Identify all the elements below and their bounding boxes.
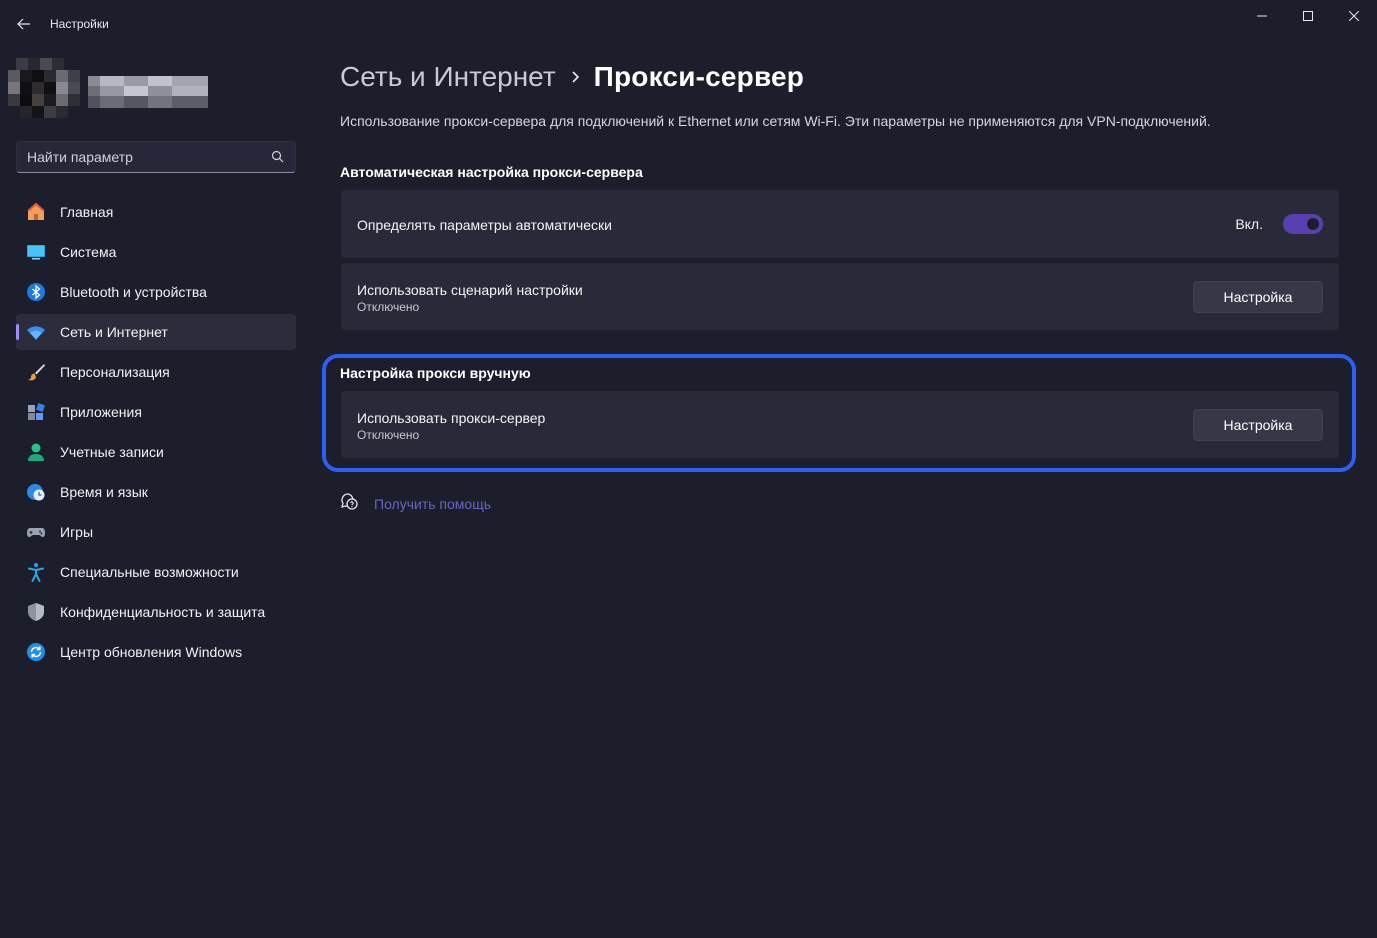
window-controls: [1239, 0, 1377, 32]
section-title-automatic: Автоматическая настройка прокси-сервера: [340, 164, 643, 180]
arrow-left-icon: [17, 18, 30, 30]
sidebar-item-label: Bluetooth и устройства: [60, 284, 207, 300]
close-icon: [1349, 11, 1359, 21]
auto-detect-toggle-group: Вкл.: [1235, 214, 1323, 234]
sidebar-item-time-language[interactable]: Время и язык: [16, 474, 296, 510]
setup-script-status: Отключено: [357, 300, 420, 314]
maximize-button[interactable]: [1285, 0, 1331, 32]
sidebar-item-label: Система: [60, 244, 117, 260]
sidebar-item-label: Главная: [60, 204, 114, 220]
sidebar-item-label: Учетные записи: [60, 444, 164, 460]
update-icon: [26, 642, 46, 662]
globe-clock-icon: [26, 482, 46, 502]
highlight-box: [322, 354, 1356, 472]
user-icon: [26, 442, 46, 462]
sidebar-item-label: Персонализация: [60, 364, 170, 380]
help-link[interactable]: Получить помощь: [374, 496, 491, 512]
sidebar-item-label: Специальные возможности: [60, 564, 239, 580]
monitor-icon: [26, 242, 46, 262]
minimize-icon: [1257, 15, 1267, 17]
page-description: Использование прокси-сервера для подключ…: [340, 113, 1211, 129]
sidebar-item-bluetooth[interactable]: Bluetooth и устройства: [16, 274, 296, 310]
sidebar-item-privacy[interactable]: Конфиденциальность и защита: [16, 594, 296, 630]
maximize-icon: [1303, 11, 1313, 21]
auto-detect-label: Определять параметры автоматически: [357, 217, 612, 233]
chevron-right-icon: [570, 70, 580, 84]
app-title: Настройки: [50, 17, 109, 31]
search-input[interactable]: [27, 142, 267, 172]
close-button[interactable]: [1331, 0, 1377, 32]
home-icon: [26, 202, 46, 222]
shield-icon: [26, 602, 46, 622]
bluetooth-icon: [26, 282, 46, 302]
minimize-button[interactable]: [1239, 0, 1285, 32]
toggle-state-label: Вкл.: [1235, 216, 1263, 232]
setup-script-card: Использовать сценарий настройки Отключен…: [341, 263, 1339, 330]
sidebar-item-gaming[interactable]: Игры: [16, 514, 296, 550]
sidebar-item-accounts[interactable]: Учетные записи: [16, 434, 296, 470]
apps-icon: [26, 402, 46, 422]
search-icon[interactable]: [271, 150, 285, 164]
sidebar-item-label: Центр обновления Windows: [60, 644, 243, 660]
sidebar-item-label: Игры: [60, 524, 94, 540]
toggle-knob: [1307, 218, 1319, 230]
setup-script-button[interactable]: Настройка: [1193, 281, 1323, 313]
sidebar-item-label: Сеть и Интернет: [60, 324, 168, 340]
user-profile[interactable]: [8, 58, 223, 122]
sidebar-item-label: Приложения: [60, 404, 142, 420]
avatar: [8, 58, 80, 122]
setup-script-label: Использовать сценарий настройки: [357, 282, 583, 298]
sidebar-item-label: Конфиденциальность и защита: [60, 604, 266, 620]
brush-icon: [26, 362, 46, 382]
search-box[interactable]: [16, 141, 296, 173]
sidebar-item-home[interactable]: Главная: [16, 194, 296, 230]
sidebar-item-label: Время и язык: [60, 484, 148, 500]
sidebar-item-apps[interactable]: Приложения: [16, 394, 296, 430]
auto-detect-toggle[interactable]: [1283, 214, 1323, 234]
page-title: Прокси-сервер: [593, 61, 805, 92]
sidebar-item-accessibility[interactable]: Специальные возможности: [16, 554, 296, 590]
get-help[interactable]: Получить помощь: [340, 492, 491, 515]
title-bar: Настройки: [0, 0, 1377, 48]
profile-name-blurred: [88, 76, 208, 108]
breadcrumb-parent[interactable]: Сеть и Интернет: [340, 61, 556, 93]
sidebar-item-personalization[interactable]: Персонализация: [16, 354, 296, 390]
back-button[interactable]: [8, 9, 40, 39]
accessibility-icon: [26, 562, 46, 582]
sidebar-item-network[interactable]: Сеть и Интернет: [16, 314, 296, 350]
wifi-icon: [26, 322, 46, 342]
sidebar-item-system[interactable]: Система: [16, 234, 296, 270]
sidebar-nav: Главная Система Bluetooth и устройства С…: [16, 194, 296, 674]
help-icon: [340, 492, 358, 515]
auto-detect-card: Определять параметры автоматически Вкл.: [341, 190, 1339, 258]
gamepad-icon: [26, 522, 46, 542]
breadcrumb: Сеть и Интернет Прокси-сервер: [340, 58, 804, 96]
sidebar-item-windows-update[interactable]: Центр обновления Windows: [16, 634, 296, 670]
